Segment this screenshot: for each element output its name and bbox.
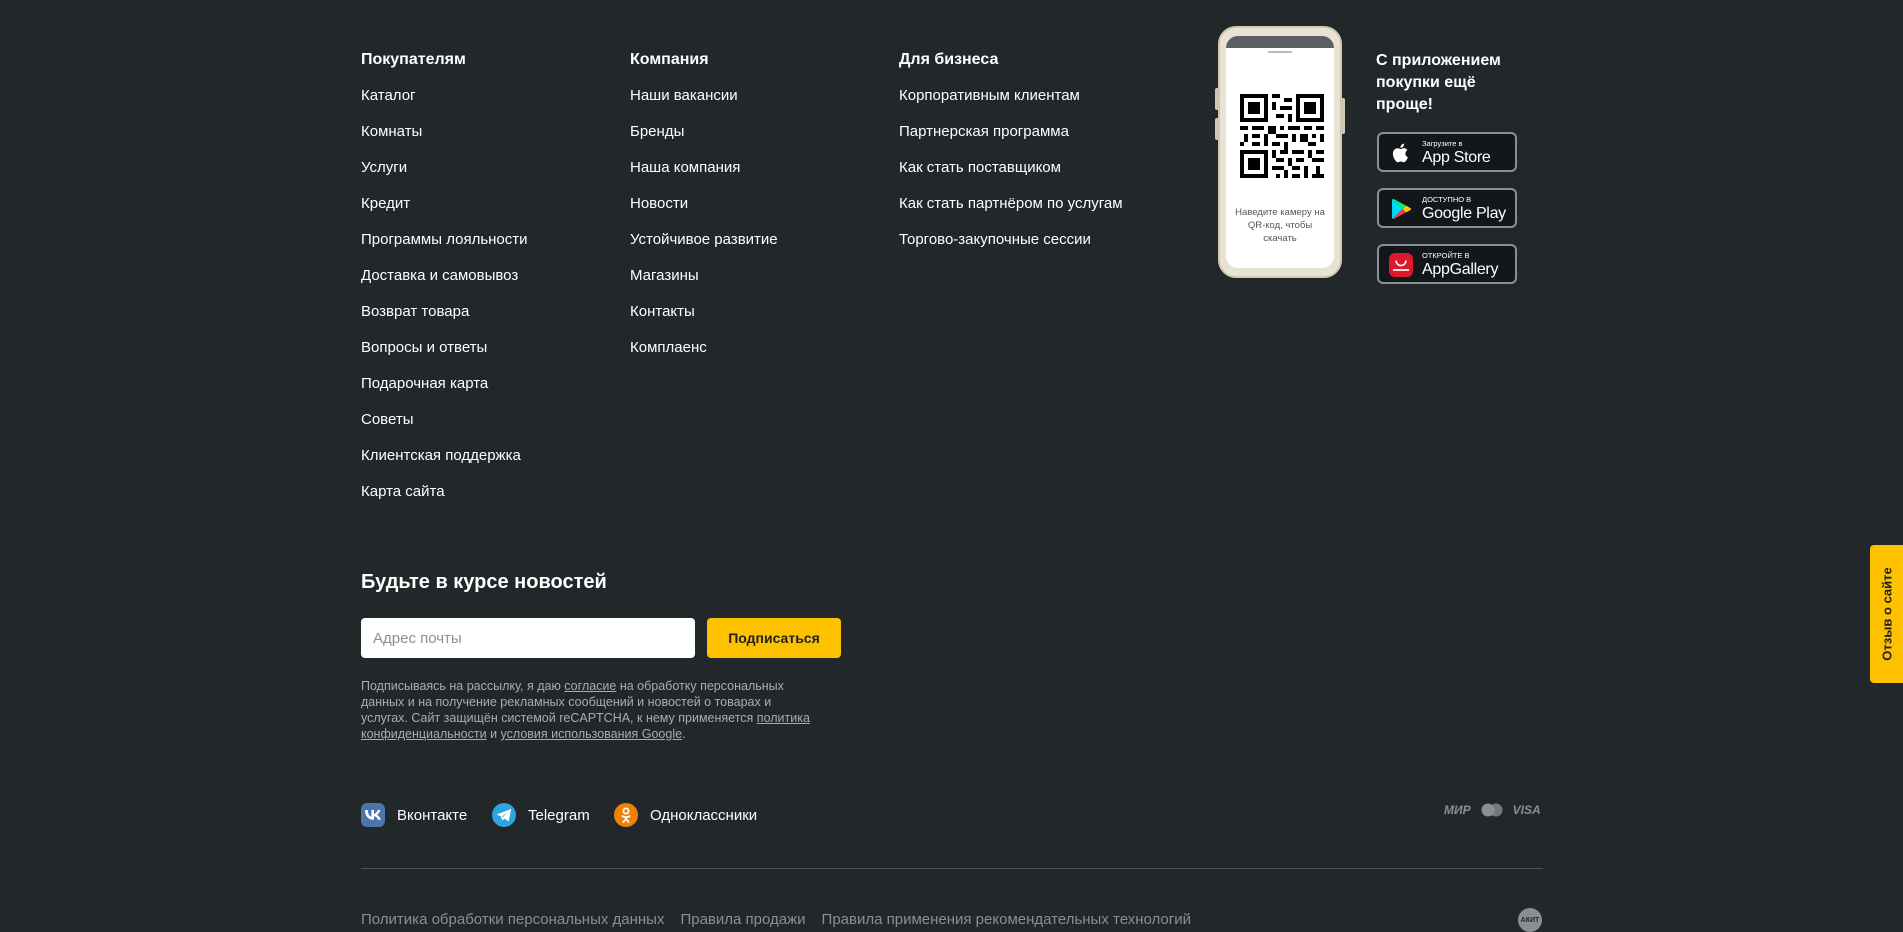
- footer-link-loyalty[interactable]: Программы лояльности: [361, 231, 528, 267]
- google-play-icon: [1392, 198, 1411, 220]
- footer-link-partner-program[interactable]: Партнерская программа: [899, 123, 1123, 159]
- apple-icon: [1392, 143, 1408, 163]
- footer-link-catalog[interactable]: Каталог: [361, 87, 528, 123]
- store-small-label: ОТКРОЙТЕ В: [1422, 251, 1470, 260]
- phone-mockup: Наведите камеру на QR-код, чтобы скачать: [1215, 26, 1345, 278]
- legal-text-part: Подписываясь на рассылку, я даю: [361, 679, 565, 693]
- footer-link-vacancies[interactable]: Наши вакансии: [630, 87, 778, 123]
- social-link-telegram[interactable]: Telegram: [492, 803, 590, 827]
- legal-text-part: и: [486, 727, 501, 741]
- phone-side-button: [1341, 98, 1345, 134]
- footer-link-returns[interactable]: Возврат товара: [361, 303, 528, 339]
- odnoklassniki-icon: [614, 803, 638, 827]
- app-store-button[interactable]: Загрузите в App Store: [1377, 132, 1517, 172]
- footer-link-brands[interactable]: Бренды: [630, 123, 778, 159]
- newsletter-title: Будьте в курсе новостей: [361, 571, 607, 593]
- footer-link-become-supplier[interactable]: Как стать поставщиком: [899, 159, 1123, 195]
- footer-link-tips[interactable]: Советы: [361, 411, 528, 447]
- qr-code-icon: [1240, 94, 1324, 178]
- recommendation-rules-link[interactable]: Правила применения рекомендательных техн…: [822, 911, 1191, 928]
- site-footer: Покупателям Каталог Комнаты Услуги Креди…: [0, 0, 1903, 932]
- google-terms-link[interactable]: условия использования Google: [501, 727, 683, 741]
- footer-link-stores[interactable]: Магазины: [630, 267, 778, 303]
- column-title: Компания: [630, 51, 709, 68]
- appgallery-button[interactable]: ОТКРОЙТЕ В AppGallery: [1377, 244, 1517, 284]
- social-label: Вконтакте: [397, 806, 468, 824]
- footer-link-our-company[interactable]: Наша компания: [630, 159, 778, 195]
- footer-column-company: Компания Наши вакансии Бренды Наша компа…: [630, 50, 778, 375]
- feedback-tab-label: Отзыв о сайте: [1879, 567, 1894, 661]
- footer-divider: [361, 868, 1543, 869]
- footer-link-contacts[interactable]: Контакты: [630, 303, 778, 339]
- phone-side-button: [1215, 118, 1219, 140]
- subscribe-button[interactable]: Подписаться: [707, 618, 841, 658]
- footer-link-news[interactable]: Новости: [630, 195, 778, 231]
- newsletter-legal-text: Подписываясь на рассылку, я даю согласие…: [361, 678, 811, 742]
- legal-text-part: .: [682, 727, 686, 741]
- social-link-vk[interactable]: Вконтакте: [361, 803, 467, 827]
- payment-methods: МИР VISA: [1444, 803, 1541, 817]
- store-name: App Store: [1422, 149, 1491, 166]
- mir-logo: МИР: [1444, 803, 1471, 817]
- column-title: Для бизнеса: [899, 51, 999, 68]
- mastercard-icon: [1481, 803, 1503, 817]
- huawei-appgallery-icon: [1389, 253, 1413, 277]
- store-small-label: Загрузите в: [1422, 139, 1463, 148]
- akit-badge: АКИТ: [1518, 908, 1542, 932]
- phone-notch: [1226, 36, 1334, 48]
- consent-link[interactable]: согласие: [564, 679, 616, 693]
- telegram-icon: [492, 803, 516, 827]
- footer-link-delivery[interactable]: Доставка и самовывоз: [361, 267, 528, 303]
- footer-column-customers: Покупателям Каталог Комнаты Услуги Креди…: [361, 50, 528, 519]
- column-title: Покупателям: [361, 51, 466, 68]
- phone-side-button: [1215, 88, 1219, 110]
- store-name: Google Play: [1422, 205, 1506, 222]
- visa-logo: VISA: [1512, 803, 1541, 817]
- google-play-button[interactable]: ДОСТУПНО В Google Play: [1377, 188, 1517, 228]
- footer-link-corporate[interactable]: Корпоративным клиентам: [899, 87, 1123, 123]
- footer-link-faq[interactable]: Вопросы и ответы: [361, 339, 528, 375]
- store-small-label: ДОСТУПНО В: [1422, 195, 1472, 204]
- app-promo-title: С приложением покупки ещё проще!: [1376, 52, 1501, 113]
- footer-link-compliance[interactable]: Комплаенс: [630, 339, 778, 375]
- footer-link-sitemap[interactable]: Карта сайта: [361, 483, 528, 519]
- social-link-odnoklassniki[interactable]: Одноклассники: [614, 803, 757, 827]
- social-label: Telegram: [528, 806, 590, 824]
- footer-link-rooms[interactable]: Комнаты: [361, 123, 528, 159]
- footer-link-become-service-partner[interactable]: Как стать партнёром по услугам: [899, 195, 1123, 231]
- footer-link-services[interactable]: Услуги: [361, 159, 528, 195]
- footer-link-gift-card[interactable]: Подарочная карта: [361, 375, 528, 411]
- footer-column-business: Для бизнеса Корпоративным клиентам Партн…: [899, 50, 1123, 267]
- legal-links: Политика обработки персональных данных П…: [361, 911, 1191, 928]
- footer-link-credit[interactable]: Кредит: [361, 195, 528, 231]
- phone-screen: Наведите камеру на QR-код, чтобы скачать: [1226, 36, 1334, 268]
- footer-link-sustainability[interactable]: Устойчивое развитие: [630, 231, 778, 267]
- vk-icon: [361, 803, 385, 827]
- phone-speaker: [1268, 51, 1292, 53]
- store-name: AppGallery: [1422, 261, 1499, 278]
- footer-link-trade-sessions[interactable]: Торгово-закупочные сессии: [899, 231, 1123, 267]
- footer-link-support[interactable]: Клиентская поддержка: [361, 447, 528, 483]
- sales-rules-link[interactable]: Правила продажи: [680, 911, 805, 928]
- social-label: Одноклассники: [650, 806, 758, 824]
- email-input[interactable]: [361, 618, 695, 658]
- qr-hint-text: Наведите камеру на QR-код, чтобы скачать: [1235, 207, 1325, 244]
- personal-data-policy-link[interactable]: Политика обработки персональных данных: [361, 911, 664, 928]
- feedback-tab[interactable]: Отзыв о сайте: [1870, 545, 1903, 683]
